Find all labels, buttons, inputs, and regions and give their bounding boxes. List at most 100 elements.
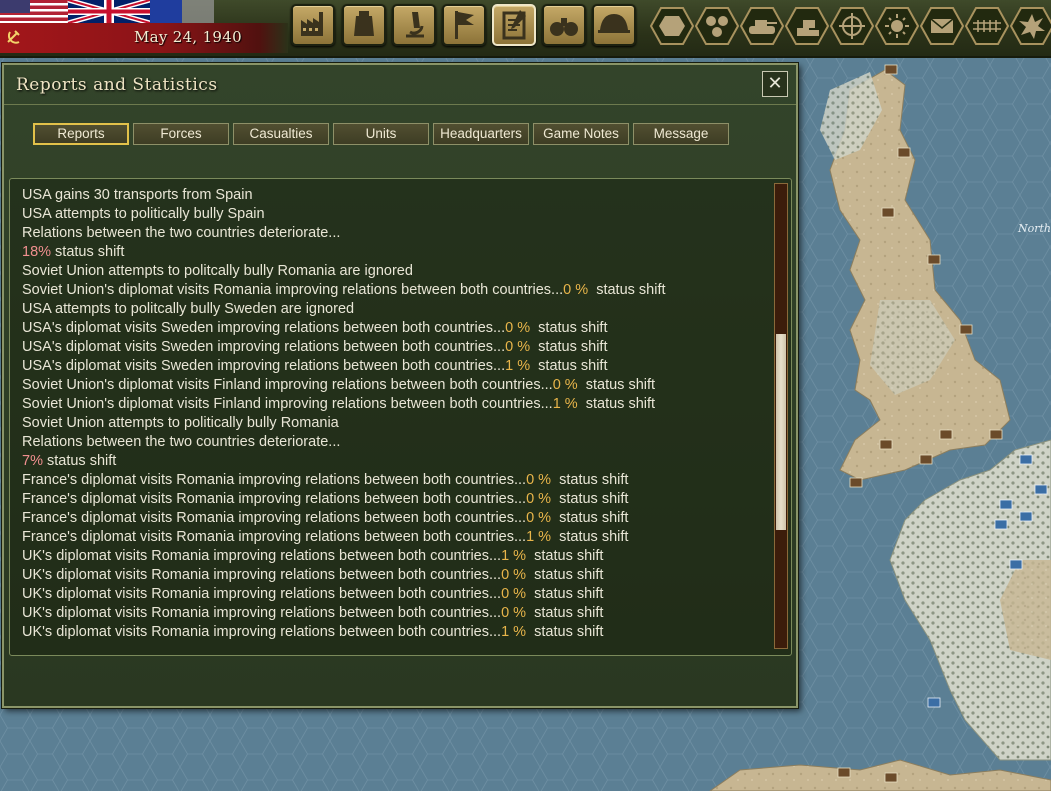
log-entry: UK's diplomat visits Romania improving r… (22, 566, 774, 585)
log-entry: UK's diplomat visits Romania improving r… (22, 604, 774, 623)
unit-button[interactable] (740, 6, 784, 46)
log-scrollbar[interactable] (774, 183, 788, 649)
log-entry: France's diplomat visits Romania improvi… (22, 490, 774, 509)
intelligence-button[interactable] (542, 4, 586, 46)
dialog-title: Reports and Statistics (16, 75, 218, 95)
status-shift-label: status shift (577, 396, 656, 412)
diplomacy-button[interactable] (442, 4, 486, 46)
flag-icon (455, 11, 474, 39)
tab-casualties[interactable]: Casualties (233, 123, 329, 145)
log-entry: France's diplomat visits Romania improvi… (22, 471, 774, 490)
log-entry: 7% status shift (22, 452, 774, 471)
research-button[interactable] (392, 4, 436, 46)
status-shift-value: 18% (22, 244, 52, 260)
status-shift-label: status shift (530, 339, 608, 355)
mail-button[interactable] (920, 6, 964, 46)
military-button[interactable] (592, 4, 636, 46)
tab-game-notes[interactable]: Game Notes (533, 123, 629, 145)
helmet-icon (598, 14, 630, 33)
log-entry: USA's diplomat visits Sweden improving r… (22, 338, 774, 357)
log-text: USA's diplomat visits Sweden improving r… (22, 339, 506, 355)
status-shift-value: 0 % (501, 586, 527, 602)
status-shift-value: 1 % (552, 396, 578, 412)
status-shift-value: 0 % (501, 567, 527, 583)
log-entry: USA attempts to politcally bully Sweden … (22, 300, 774, 319)
production-button[interactable] (291, 4, 335, 46)
log-text: UK's diplomat visits Romania improving r… (22, 548, 502, 564)
crosshair-icon (830, 7, 874, 45)
status-shift-value: 1 % (501, 548, 527, 564)
status-shift-label: status shift (551, 510, 629, 526)
supply-button[interactable] (695, 6, 739, 46)
log-text: Soviet Union attempts to politcally bull… (22, 263, 413, 279)
status-shift-label: status shift (526, 605, 604, 621)
log-entry: Relations between the two countries dete… (22, 224, 774, 243)
status-shift-label: status shift (577, 377, 656, 393)
tank-icon (740, 7, 784, 45)
nation-flags (0, 0, 214, 23)
log-text: status shift (42, 453, 117, 469)
status-shift-value: 0 % (526, 510, 552, 526)
report-log[interactable]: USA gains 30 transports from Spain USA at… (9, 178, 792, 656)
status-shift-value: 1 % (501, 624, 527, 640)
log-text: France's diplomat visits Romania improvi… (22, 472, 527, 488)
log-text: UK's diplomat visits Romania improving r… (22, 567, 502, 583)
hammer-sickle-icon (7, 30, 20, 44)
status-shift-value: 1 % (505, 358, 531, 374)
binoculars-icon (550, 18, 578, 36)
log-text: France's diplomat visits Romania improvi… (22, 491, 527, 507)
log-entry: USA gains 30 transports from Spain (22, 186, 774, 205)
status-shift-value: 0 % (526, 472, 552, 488)
tab-units[interactable]: Units (333, 123, 429, 145)
log-text: USA attempts to politically bully Spain (22, 206, 265, 222)
tab-forces[interactable]: Forces (133, 123, 229, 145)
log-scrollbar-thumb[interactable] (776, 334, 786, 530)
naval-button[interactable] (342, 4, 386, 46)
hex-cluster-icon (695, 7, 739, 45)
tab-reports[interactable]: Reports (33, 123, 129, 145)
title-divider (4, 104, 796, 105)
envelope-icon (920, 7, 964, 45)
report-log-lines: USA gains 30 transports from Spain USA at… (22, 186, 774, 652)
log-entry: Soviet Union's diplomat visits Romania i… (22, 281, 774, 300)
microscope-icon (406, 12, 424, 38)
log-entry: 18% status shift (22, 243, 774, 262)
status-shift-label: status shift (526, 548, 604, 564)
railway-icon (965, 7, 1009, 45)
log-entry: France's diplomat visits Romania improvi… (22, 509, 774, 528)
tab-message[interactable]: Message (633, 123, 729, 145)
log-entry: Soviet Union attempts to politically bul… (22, 414, 774, 433)
log-entry: France's diplomat visits Romania improvi… (22, 528, 774, 547)
rail-button[interactable] (965, 6, 1009, 46)
close-icon: ✕ (767, 73, 783, 94)
status-shift-label: status shift (530, 320, 608, 336)
log-entry: USA attempts to politically bully Spain (22, 205, 774, 224)
log-entry: Relations between the two countries dete… (22, 433, 774, 452)
coins-icon (785, 7, 829, 45)
log-text: France's diplomat visits Romania improvi… (22, 529, 527, 545)
tab-headquarters[interactable]: Headquarters (433, 123, 529, 145)
economy-button[interactable] (785, 6, 829, 46)
hex-button[interactable] (650, 6, 694, 46)
combat-button[interactable] (1010, 6, 1051, 46)
close-button[interactable]: ✕ (762, 71, 788, 97)
log-entry: USA's diplomat visits Sweden improving r… (22, 319, 774, 338)
log-entry: USA's diplomat visits Sweden improving r… (22, 357, 774, 376)
log-entry: UK's diplomat visits Romania improving r… (22, 585, 774, 604)
status-shift-label: status shift (530, 358, 608, 374)
log-entry: Soviet Union's diplomat visits Finland i… (22, 376, 774, 395)
log-text: Soviet Union's diplomat visits Finland i… (22, 396, 553, 412)
status-shift-value: 0 % (505, 320, 531, 336)
log-text: USA gains 30 transports from Spain (22, 187, 253, 203)
weather-button[interactable] (875, 6, 919, 46)
target-button[interactable] (830, 6, 874, 46)
status-shift-label: status shift (551, 491, 629, 507)
log-text: USA attempts to politcally bully Sweden … (22, 301, 355, 317)
reports-button[interactable] (492, 4, 536, 46)
log-entry: Soviet Union's diplomat visits Finland i… (22, 395, 774, 414)
status-shift-value: 0 % (552, 377, 578, 393)
status-shift-label: status shift (526, 624, 604, 640)
log-text: USA's diplomat visits Sweden improving r… (22, 358, 506, 374)
status-shift-label: status shift (526, 567, 604, 583)
status-shift-value: 7% (22, 453, 43, 469)
